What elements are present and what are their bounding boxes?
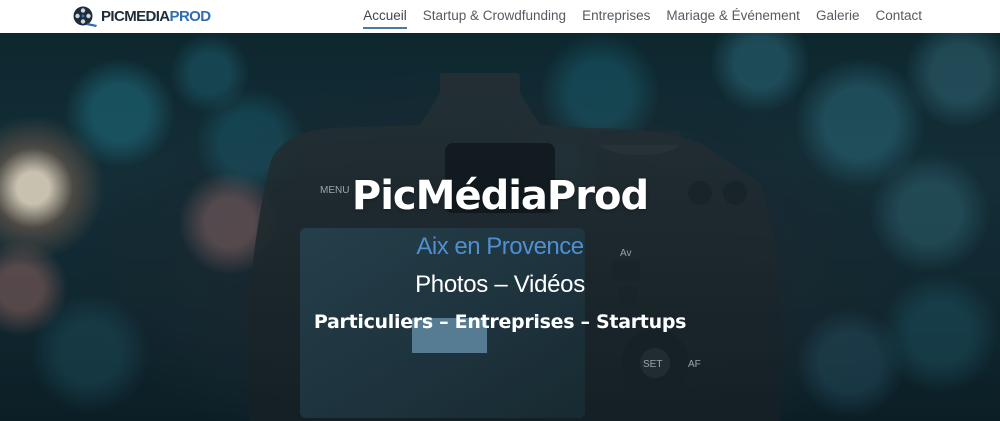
- hero-banner: MENU Av SET AF PicMédiaProd Aix en Prove…: [0, 33, 1000, 421]
- logo-text: PICMEDIAPROD: [101, 7, 212, 25]
- site-header: PICMEDIAPROD Accueil Startup & Crowdfund…: [0, 0, 1000, 33]
- nav-item-entreprises[interactable]: Entreprises: [582, 0, 650, 33]
- nav-item-contact[interactable]: Contact: [875, 0, 922, 33]
- hero-clients: Particuliers – Entreprises – Startups: [313, 311, 687, 333]
- nav-item-accueil[interactable]: Accueil: [363, 0, 407, 33]
- main-nav: Accueil Startup & Crowdfunding Entrepris…: [347, 0, 922, 33]
- hero-title: PicMédiaProd: [351, 173, 649, 219]
- film-reel-logo-icon: [73, 6, 97, 27]
- hero-location: Aix en Provence: [416, 233, 584, 260]
- logo-text-part2: PROD: [169, 7, 212, 25]
- nav-item-mariage-evenement[interactable]: Mariage & Événement: [666, 0, 800, 33]
- nav-item-startup-crowdfunding[interactable]: Startup & Crowdfunding: [423, 0, 566, 33]
- site-logo[interactable]: PICMEDIAPROD: [72, 4, 212, 28]
- hero-services: Photos – Vidéos: [415, 271, 585, 298]
- logo-text-part1: PICMEDIA: [101, 7, 170, 25]
- nav-item-galerie[interactable]: Galerie: [816, 0, 860, 33]
- hero-text-block: PicMédiaProd Aix en Provence Photos – Vi…: [0, 33, 1000, 421]
